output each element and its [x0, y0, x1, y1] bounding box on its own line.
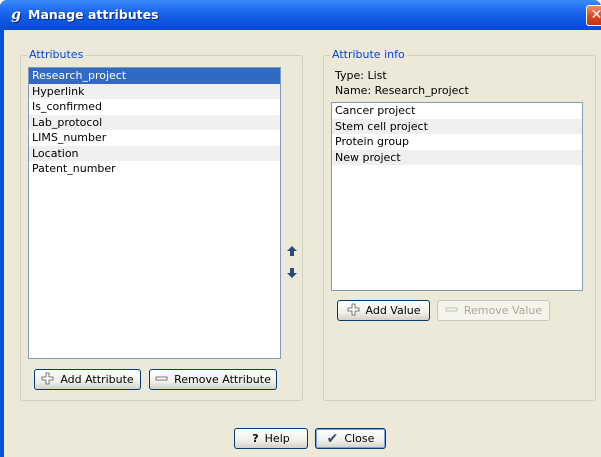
- attribute-list-item[interactable]: Hyperlink: [29, 83, 280, 99]
- minus-icon: [155, 372, 168, 388]
- add-attribute-button[interactable]: Add Attribute: [34, 369, 141, 390]
- dialog-window: g Manage attributes ✕ Attributes Researc…: [0, 0, 601, 457]
- plus-icon: [41, 372, 54, 388]
- minus-icon: [445, 303, 458, 319]
- attributes-groupbox: Attributes Research_project Hyperlink Is_c…: [20, 49, 303, 401]
- help-icon: ?: [252, 432, 259, 445]
- attribute-type-text: Type: List: [335, 69, 387, 82]
- close-icon: ✕: [590, 7, 601, 23]
- attribute-name-text: Name: Research_project: [335, 84, 469, 97]
- remove-value-label: Remove Value: [463, 304, 543, 317]
- checkmark-icon: ✔: [326, 430, 339, 447]
- window-close-button[interactable]: ✕: [586, 5, 601, 26]
- remove-attribute-button[interactable]: Remove Attribute: [149, 369, 277, 390]
- value-list-item[interactable]: Protein group: [332, 134, 582, 150]
- attribute-list-item[interactable]: Patent_number: [29, 161, 280, 177]
- close-button[interactable]: ✔ Close: [315, 428, 386, 449]
- title-bar[interactable]: g Manage attributes: [0, 0, 601, 30]
- values-list[interactable]: Cancer project Stem cell project Protein g…: [331, 102, 583, 291]
- attribute-list-item[interactable]: Is_confirmed: [29, 99, 280, 115]
- add-value-label: Add Value: [365, 304, 421, 317]
- attribute-list-item[interactable]: Research_project: [29, 68, 280, 84]
- attribute-list-item[interactable]: Lab_protocol: [29, 114, 280, 130]
- close-label: Close: [344, 432, 375, 445]
- dialog-title: Manage attributes: [28, 7, 159, 22]
- attribute-info-group-title: Attribute info: [330, 48, 407, 61]
- value-list-item[interactable]: New project: [332, 149, 582, 165]
- help-label: Help: [264, 432, 290, 445]
- remove-attribute-label: Remove Attribute: [174, 373, 271, 386]
- add-value-button[interactable]: Add Value: [337, 300, 430, 321]
- dialog-client-area: Attributes Research_project Hyperlink Is_c…: [4, 30, 601, 457]
- arrow-down-icon[interactable]: [285, 267, 299, 281]
- add-attribute-label: Add Attribute: [60, 373, 134, 386]
- plus-icon: [347, 303, 360, 319]
- attributes-list[interactable]: Research_project Hyperlink Is_confirmed Lab…: [28, 67, 281, 359]
- attribute-list-item[interactable]: LIMS_number: [29, 130, 280, 146]
- remove-value-button[interactable]: Remove Value: [437, 300, 550, 321]
- value-list-item[interactable]: Cancer project: [332, 103, 582, 119]
- attribute-info-groupbox: Attribute info Type: List Name: Research…: [323, 49, 596, 401]
- arrow-up-icon[interactable]: [285, 245, 299, 259]
- value-list-item[interactable]: Stem cell project: [332, 118, 582, 134]
- help-button[interactable]: ? Help: [234, 428, 308, 449]
- app-logo-icon: g: [11, 7, 21, 23]
- attribute-list-item[interactable]: Location: [29, 145, 280, 161]
- attributes-group-title: Attributes: [27, 48, 86, 61]
